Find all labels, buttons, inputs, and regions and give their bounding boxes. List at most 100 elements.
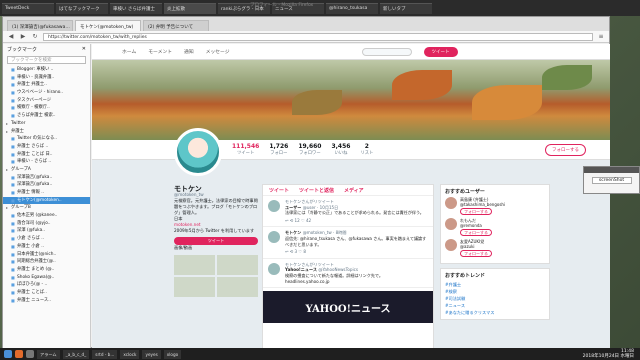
bookmark-item[interactable]: 深澤諭吉(@fuka.. (3, 174, 90, 182)
terminal-icon[interactable] (26, 350, 34, 358)
tweet-actions[interactable]: ↩ ⟲ 3 ♡ 8 (285, 249, 428, 255)
trend-item[interactable]: #弁護士 (445, 281, 545, 288)
os-tab[interactable]: はてなブックマーク (56, 2, 108, 14)
bookmark-item[interactable]: タスクバーページ (3, 97, 90, 105)
bookmark-item[interactable]: 佐木正男 (@kanee.. (3, 212, 90, 220)
bookmark-item[interactable]: 弁護士 ことば.. (3, 289, 90, 297)
bookmark-item[interactable]: ぼぼひろ(@ - .. (3, 281, 90, 289)
bookmark-item[interactable]: 同期総合弁護士(@.. (3, 258, 90, 266)
bookmark-item[interactable]: 弁護士 小倉 .. (3, 243, 90, 251)
taskbar-item[interactable]: _a_b_c_d_ (62, 349, 90, 359)
nav-messages[interactable]: メッセージ (206, 48, 230, 55)
stat-item[interactable]: 111,546 ツイート (232, 143, 259, 156)
tab-media[interactable]: メディア (344, 187, 364, 194)
os-tab[interactable]: 新しいタブ (380, 2, 432, 14)
nav-home[interactable]: ホーム (122, 48, 136, 55)
os-tab[interactable]: @hirano_tsukasa (326, 2, 378, 14)
bookmark-item[interactable]: 弁護士 ことば 日.. (3, 151, 90, 159)
tweet-actions[interactable]: ↩ ⟲ 12 ♡ 42 (285, 218, 428, 224)
tweet-author[interactable]: Yahoo!ニュース (285, 267, 318, 272)
bookmark-item[interactable]: 深澤諭吉(@fuka.. (3, 181, 90, 189)
tweet[interactable]: モトケンさんがリツイート Yahoo!ニュース @YahooNewsTopics 検… (263, 259, 433, 289)
bookmark-item[interactable]: 深澤 (@fuka.. (3, 227, 90, 235)
bookmark-item[interactable]: ウスベベージ - hirano.. (3, 89, 90, 97)
start-menu-icon[interactable] (4, 350, 12, 358)
taskbar-item[interactable]: yeyes (142, 349, 161, 359)
media-thumb[interactable] (174, 255, 215, 275)
taskbar-item[interactable]: xclock (120, 349, 140, 359)
firefox-icon[interactable] (15, 350, 23, 358)
trend-item[interactable]: #あなたに贈るクリスマス (445, 309, 545, 316)
suggested-user-avatar[interactable] (445, 218, 457, 230)
nav-moments[interactable]: モーメント (148, 48, 172, 55)
stat-item[interactable]: 19,660 フォロワー (298, 143, 321, 156)
tweet-avatar[interactable] (268, 262, 280, 275)
url-input[interactable]: https://twitter.com/motoken_tw/with_repl… (43, 32, 593, 41)
media-thumb[interactable] (217, 277, 258, 297)
bookmark-item[interactable]: 落合洋司 (@yjo.. (3, 220, 90, 228)
browser-tab[interactable]: (2) 弁明 予告について (143, 20, 209, 31)
taskbar-item[interactable]: アラーム (37, 349, 60, 359)
bookmark-item[interactable]: Shoko Egawa(@.. (3, 274, 90, 282)
bookmark-item[interactable]: 車検い - さらば .. (3, 158, 90, 166)
bookmark-folder[interactable]: グループA (3, 166, 90, 174)
follow-button[interactable]: フォローする (545, 143, 586, 156)
taskbar-item[interactable]: xlogo (163, 349, 182, 359)
tab-tweets-replies[interactable]: ツイートと返信 (299, 187, 334, 194)
bookmark-item[interactable]: 弁護士 情報 .. (3, 189, 90, 197)
forward-icon[interactable]: ▶ (19, 33, 27, 41)
tweet[interactable]: モトケン @motoken_tw · 8時間 返信先: @hirano_tsuka… (263, 227, 433, 259)
bookmark-item[interactable]: 日本弁護士(@nich.. (3, 251, 90, 259)
tweet-author[interactable]: モトケン (285, 230, 303, 235)
browser-tab[interactable]: モトケン(@motoken_tw) (75, 20, 141, 31)
screenshot-button[interactable]: screenShot (591, 177, 632, 184)
os-tab[interactable]: 炎上拡散 (164, 2, 216, 14)
media-label[interactable]: 画像/動画 (174, 245, 258, 251)
widget-titlebar[interactable] (584, 167, 639, 173)
bookmark-item[interactable]: 車検い - 良識弁護.. (3, 74, 90, 82)
bookmark-item[interactable]: 検察庁 - 検察庁.. (3, 104, 90, 112)
bookmark-folder[interactable]: 弁護士 (3, 128, 90, 136)
bookmark-folder[interactable]: Twitter (3, 120, 90, 128)
suggested-user-avatar[interactable] (445, 239, 457, 251)
nav-notifications[interactable]: 通知 (184, 48, 194, 55)
stat-item[interactable]: 1,726 フォロー (269, 143, 288, 156)
bookmark-folder[interactable]: グループB (3, 204, 90, 212)
bookmark-item[interactable]: 弁護士 弁護士.. (3, 81, 90, 89)
close-icon[interactable]: ✕ (82, 46, 86, 52)
os-tab[interactable]: 車検い さらば弁護士 (110, 2, 162, 14)
tweet-author[interactable]: ユーザー (285, 205, 303, 210)
avatar[interactable] (174, 128, 222, 176)
back-icon[interactable]: ◀ (7, 33, 15, 41)
profile-tweet-button[interactable]: ツイート (174, 237, 258, 245)
browser-tab[interactable]: (1) 深澤諭吉(@fukasawa… (7, 20, 73, 31)
bookmark-item[interactable]: Blogger: 車検い .. (3, 66, 90, 74)
trend-item[interactable]: #検察 (445, 288, 545, 295)
suggested-follow-button[interactable]: フォローする (460, 250, 492, 257)
media-thumb[interactable] (174, 277, 215, 297)
tweet-avatar[interactable] (268, 231, 280, 244)
bookmark-item[interactable]: 小倉 さらば .. (3, 235, 90, 243)
suggested-follow-button[interactable]: フォローする (460, 208, 492, 215)
twitter-search-input[interactable] (361, 47, 412, 56)
bookmark-item[interactable]: 弁護士 さらば .. (3, 143, 90, 151)
bookmark-item[interactable]: 弁護士 ニュース.. (3, 297, 90, 305)
tab-tweets[interactable]: ツイート (269, 187, 289, 194)
suggested-user-avatar[interactable] (445, 197, 457, 209)
tweet-avatar[interactable] (268, 200, 280, 212)
trend-item[interactable]: #司法試験 (445, 295, 545, 302)
media-thumb[interactable] (217, 255, 258, 275)
yahoo-news-card[interactable]: YAHOO!ニュース (263, 291, 433, 324)
suggested-follow-button[interactable]: フォローする (460, 229, 492, 236)
reload-icon[interactable]: ↻ (31, 33, 39, 41)
menu-icon[interactable]: ≡ (597, 33, 605, 41)
trend-item[interactable]: #ニュース (445, 302, 545, 309)
bookmark-item[interactable]: 弁護士 まとめ (@.. (3, 266, 90, 274)
tweet[interactable]: モトケンさんがリツイート ユーザー @user · 10月15日 法律家には「冷静で… (263, 196, 433, 228)
bookmark-item[interactable]: Twitter の気になる.. (3, 135, 90, 143)
taskbar-item[interactable]: srtd - b... (92, 349, 118, 359)
tweet-button[interactable]: ツイート (423, 46, 458, 57)
os-tab[interactable]: TweetDeck (2, 2, 54, 14)
bookmark-search-input[interactable]: ブックマークを検索 (7, 56, 86, 64)
stat-item[interactable]: 3,456 いいね (331, 143, 350, 156)
